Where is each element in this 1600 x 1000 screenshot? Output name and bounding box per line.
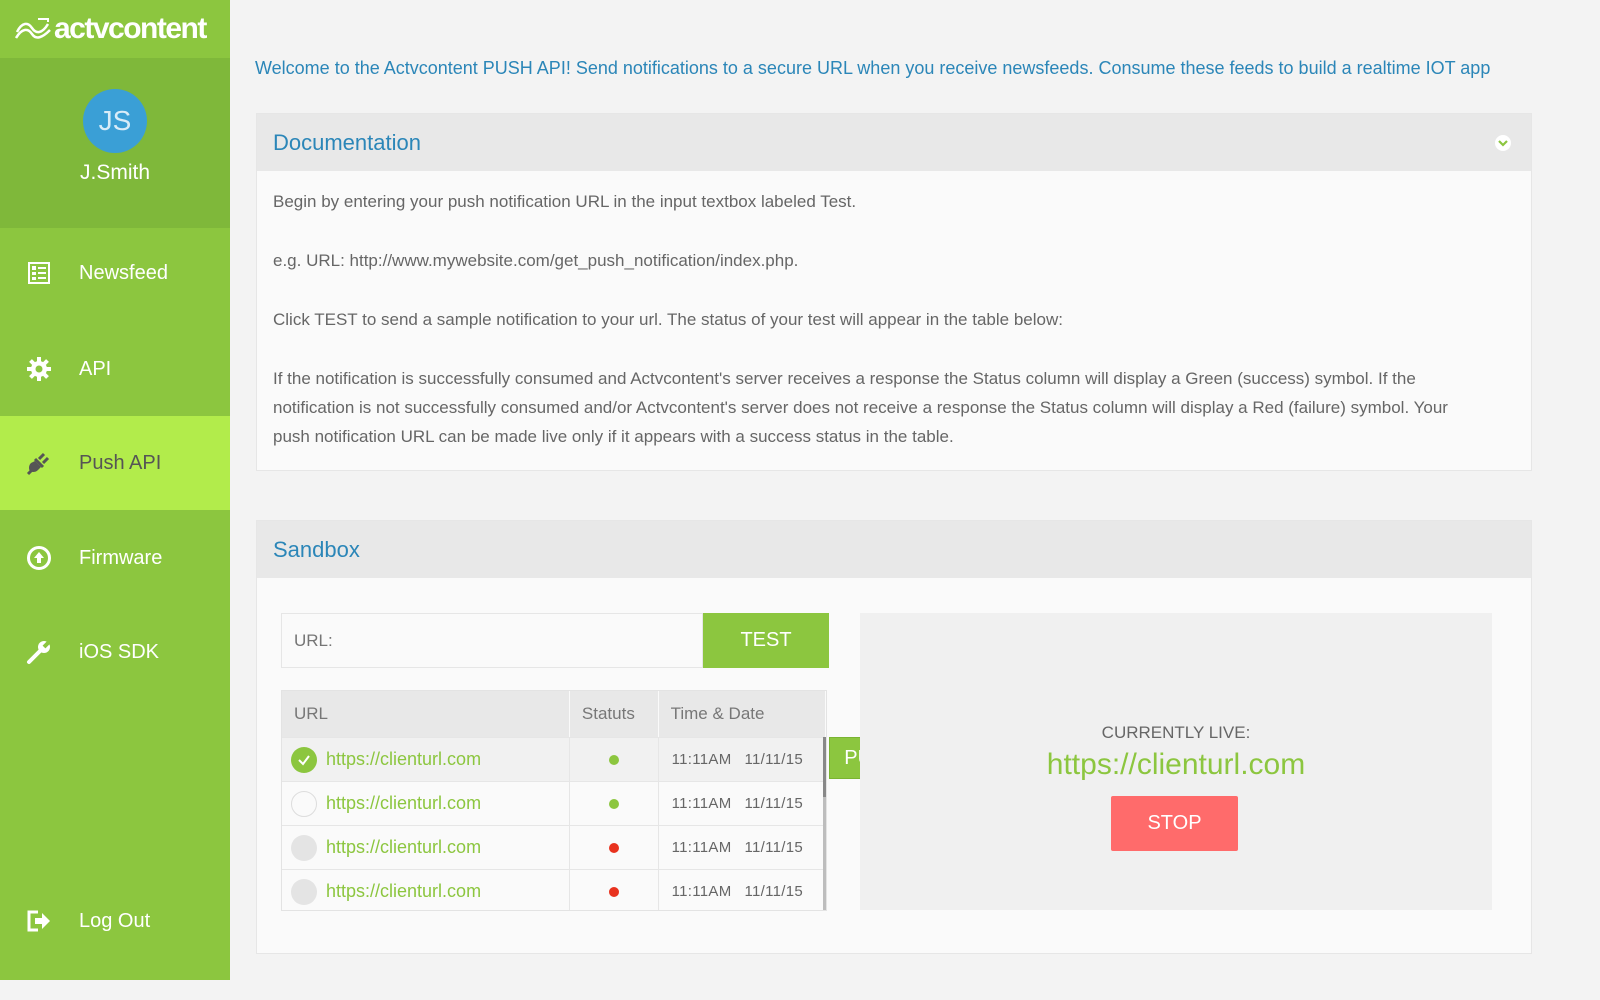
logo-mark-icon — [14, 18, 51, 39]
sidebar-item-ios-sdk[interactable]: iOS SDK — [0, 605, 230, 699]
time-date-cell: 11:11AM 11/11/15 — [659, 738, 826, 781]
time-text: 11:11AM — [671, 795, 732, 812]
url-test-row: TEST — [281, 613, 829, 668]
gear-icon — [26, 356, 52, 382]
checkmark-icon[interactable] — [291, 746, 317, 773]
status-failure-dot — [608, 842, 619, 853]
column-header-time-date: Time & Date — [659, 691, 826, 737]
chevron-down-icon[interactable] — [1495, 135, 1511, 151]
logout-button[interactable]: Log Out — [0, 874, 230, 968]
radio-empty-icon[interactable] — [291, 790, 317, 817]
status-cell — [570, 738, 659, 781]
sandbox-title: Sandbox — [273, 536, 360, 562]
sidebar-item-label: Push API — [79, 451, 162, 474]
date-text: 11/11/15 — [744, 883, 804, 900]
doc-paragraph: e.g. URL: http://www.mywebsite.com/get_p… — [273, 251, 799, 270]
radio-disabled-icon — [291, 834, 317, 861]
table-row[interactable]: https://clienturl.com 11:11AM 11/11/15 — [282, 825, 826, 869]
time-text: 11:11AM — [671, 883, 732, 900]
time-text: 11:11AM — [671, 839, 732, 856]
logout-label: Log Out — [79, 909, 151, 932]
status-success-dot — [608, 798, 619, 809]
time-date-cell: 11:11AM 11/11/15 — [659, 782, 826, 825]
date-text: 11/11/15 — [744, 839, 804, 856]
plug-icon — [26, 450, 52, 476]
documentation-header[interactable]: Documentation — [257, 114, 1531, 171]
column-header-status: Statuts — [570, 691, 659, 737]
sidebar-item-api[interactable]: API — [0, 322, 230, 416]
documentation-title: Documentation — [273, 129, 421, 155]
date-text: 11/11/15 — [744, 751, 804, 768]
stop-button[interactable]: STOP — [1111, 796, 1238, 851]
sidebar-item-label: Firmware — [79, 546, 163, 569]
documentation-body: Begin by entering your push notification… — [257, 171, 1531, 451]
test-button[interactable]: TEST — [703, 613, 829, 668]
sidebar-item-push-api[interactable]: Push API — [0, 416, 230, 510]
welcome-message: Welcome to the Actvcontent PUSH API! Sen… — [255, 58, 1491, 78]
url-cell: https://clienturl.com — [282, 826, 570, 869]
url-cell: https://clienturl.com — [282, 870, 570, 910]
table-row[interactable]: https://clienturl.com 11:11AM 11/11/15 — [282, 869, 826, 910]
url-cell: https://clienturl.com — [282, 738, 570, 781]
url-link[interactable]: https://clienturl.com — [326, 837, 481, 858]
radio-disabled-icon — [291, 878, 317, 905]
doc-paragraph: Begin by entering your push notification… — [273, 192, 857, 211]
url-input[interactable] — [281, 613, 703, 668]
upload-circle-icon — [26, 545, 52, 571]
wrench-icon — [26, 639, 52, 665]
date-text: 11/11/15 — [744, 795, 804, 812]
sidebar-item-firmware[interactable]: Firmware — [0, 511, 230, 605]
doc-paragraph: Click TEST to send a sample notification… — [273, 310, 1063, 329]
status-success-dot — [608, 754, 619, 765]
documentation-panel: Documentation Begin by entering your pus… — [256, 113, 1532, 471]
sidebar-item-label: iOS SDK — [79, 640, 160, 663]
status-cell — [570, 782, 659, 825]
time-text: 11:11AM — [671, 751, 732, 768]
sidebar-item-newsfeed[interactable]: Newsfeed — [0, 226, 230, 320]
url-link[interactable]: https://clienturl.com — [326, 749, 481, 770]
time-date-cell: 11:11AM 11/11/15 — [659, 826, 826, 869]
status-cell — [570, 826, 659, 869]
sidebar-item-label: API — [79, 357, 112, 380]
time-date-cell: 11:11AM 11/11/15 — [659, 870, 826, 910]
avatar[interactable]: JS — [83, 89, 147, 153]
username: J.Smith — [79, 161, 150, 184]
doc-paragraph: If the notification is successfully cons… — [273, 369, 1448, 446]
logo-text: actvcontent — [54, 12, 207, 45]
currently-live-box: CURRENTLY LIVE: https://clienturl.com ST… — [860, 613, 1492, 910]
table-header: URL Statuts Time & Date — [282, 691, 826, 737]
sandbox-header: Sandbox — [257, 521, 1531, 578]
url-cell: https://clienturl.com — [282, 782, 570, 825]
url-link[interactable]: https://clienturl.com — [326, 881, 481, 902]
table-row[interactable]: https://clienturl.com 11:11AM 11/11/15 — [282, 781, 826, 825]
status-failure-dot — [608, 886, 619, 897]
url-link[interactable]: https://clienturl.com — [326, 793, 481, 814]
status-cell — [570, 870, 659, 910]
sidebar: actvcontent JS J.Smith Newsfeed API Push… — [0, 0, 230, 980]
currently-live-url[interactable]: https://clienturl.com — [860, 748, 1492, 782]
column-header-url: URL — [282, 691, 570, 737]
newspaper-icon — [26, 260, 52, 286]
results-table: URL Statuts Time & Date https://clientur… — [281, 690, 827, 911]
table-scrollbar-thumb[interactable] — [823, 737, 826, 797]
table-row[interactable]: https://clienturl.com 11:11AM 11/11/15 — [282, 737, 826, 781]
logout-icon — [26, 908, 52, 934]
sidebar-item-label: Newsfeed — [79, 261, 168, 284]
logo[interactable]: actvcontent — [0, 0, 230, 58]
currently-live-label: CURRENTLY LIVE: — [1101, 723, 1251, 742]
user-profile: JS J.Smith — [0, 58, 230, 228]
